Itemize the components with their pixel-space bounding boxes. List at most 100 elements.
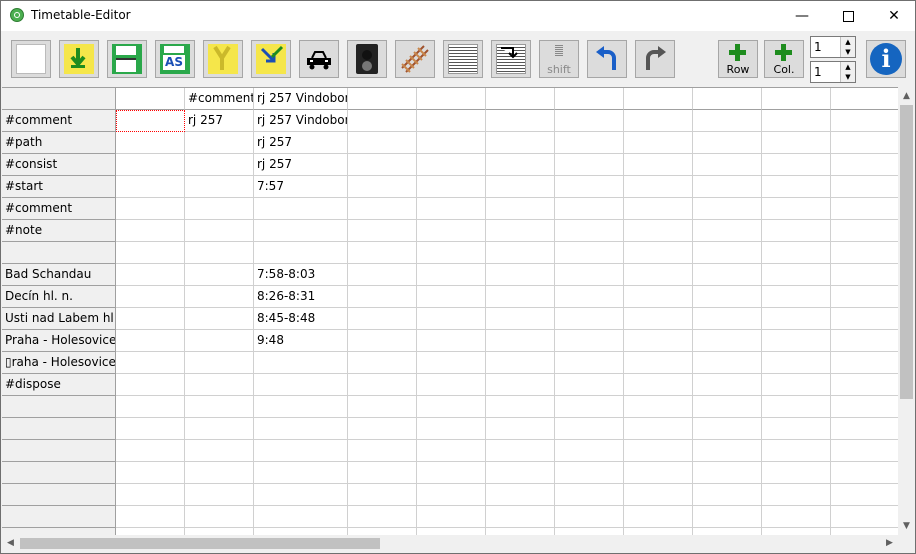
row-header[interactable]: #comment xyxy=(2,198,116,220)
table-cell[interactable]: 7:58-8:03 xyxy=(254,264,348,286)
table-cell[interactable]: 7:57 xyxy=(254,176,348,198)
table-cell[interactable] xyxy=(185,264,254,286)
table-cell[interactable] xyxy=(417,352,486,374)
table-cell[interactable] xyxy=(555,198,624,220)
table-cell[interactable] xyxy=(624,220,693,242)
table-cell[interactable] xyxy=(348,242,417,264)
table-cell[interactable] xyxy=(185,506,254,528)
row-header[interactable]: #comment xyxy=(2,110,116,132)
table-cell[interactable] xyxy=(116,132,185,154)
table-cell[interactable] xyxy=(116,352,185,374)
table-cell[interactable] xyxy=(348,286,417,308)
table-cell[interactable] xyxy=(116,242,185,264)
column-header[interactable] xyxy=(116,88,185,110)
table-cell[interactable] xyxy=(348,220,417,242)
table-cell[interactable] xyxy=(254,462,348,484)
table-cell[interactable] xyxy=(624,286,693,308)
table-cell[interactable] xyxy=(348,110,417,132)
table-cell[interactable] xyxy=(624,396,693,418)
merge-button[interactable] xyxy=(203,40,243,78)
table-cell[interactable] xyxy=(762,242,831,264)
table-cell[interactable] xyxy=(417,264,486,286)
table-cell[interactable] xyxy=(555,154,624,176)
column-header[interactable] xyxy=(624,88,693,110)
table-cell[interactable] xyxy=(348,330,417,352)
row-header[interactable] xyxy=(2,462,116,484)
table-cell[interactable] xyxy=(486,110,555,132)
table-cell[interactable] xyxy=(831,176,898,198)
scroll-right-icon[interactable]: ▶ xyxy=(881,535,898,552)
column-header[interactable] xyxy=(2,88,116,110)
table-cell[interactable] xyxy=(417,396,486,418)
vertical-scrollbar[interactable]: ▲ ▼ xyxy=(898,88,915,535)
row-header[interactable] xyxy=(2,396,116,418)
row-header[interactable] xyxy=(2,506,116,528)
close-button[interactable]: ✕ xyxy=(871,1,915,31)
table-cell[interactable] xyxy=(762,264,831,286)
table-cell[interactable] xyxy=(185,418,254,440)
table-cell[interactable] xyxy=(417,154,486,176)
column-header[interactable] xyxy=(831,88,898,110)
table-cell[interactable] xyxy=(116,264,185,286)
table-cell[interactable]: 8:45-8:48 xyxy=(254,308,348,330)
table-cell[interactable] xyxy=(624,374,693,396)
table-cell[interactable]: 8:26-8:31 xyxy=(254,286,348,308)
table-cell[interactable] xyxy=(348,396,417,418)
table-cell[interactable] xyxy=(624,440,693,462)
table-cell[interactable] xyxy=(254,198,348,220)
save-button[interactable] xyxy=(107,40,147,78)
table-cell[interactable] xyxy=(624,418,693,440)
table-cell[interactable] xyxy=(831,506,898,528)
table-cell[interactable] xyxy=(831,374,898,396)
table-cell[interactable] xyxy=(417,110,486,132)
table-cell[interactable] xyxy=(762,220,831,242)
column-header[interactable] xyxy=(693,88,762,110)
horizontal-scrollbar[interactable]: ◀ ▶ xyxy=(2,535,898,552)
table-cell[interactable] xyxy=(116,396,185,418)
table-cell[interactable] xyxy=(762,484,831,506)
row-header[interactable]: #path xyxy=(2,132,116,154)
table-cell[interactable] xyxy=(624,308,693,330)
table-cell[interactable] xyxy=(624,330,693,352)
col-count-spinner[interactable]: 1 ▲ ▼ xyxy=(810,61,856,83)
table-cell[interactable] xyxy=(486,154,555,176)
table-cell[interactable] xyxy=(254,418,348,440)
table-cell[interactable] xyxy=(417,506,486,528)
table-cell[interactable] xyxy=(693,374,762,396)
table-cell[interactable] xyxy=(624,484,693,506)
table-cell[interactable] xyxy=(762,308,831,330)
table-cell[interactable] xyxy=(624,242,693,264)
row-header[interactable] xyxy=(2,418,116,440)
table-cell[interactable] xyxy=(762,418,831,440)
table-cell[interactable] xyxy=(116,220,185,242)
table-cell[interactable] xyxy=(116,198,185,220)
consist-button[interactable] xyxy=(299,40,339,78)
table-cell[interactable] xyxy=(348,418,417,440)
table-cell[interactable] xyxy=(624,264,693,286)
table-cell[interactable] xyxy=(831,418,898,440)
row-header[interactable] xyxy=(2,242,116,264)
table-cell[interactable] xyxy=(254,506,348,528)
table-cell[interactable] xyxy=(555,286,624,308)
row-header[interactable]: #start xyxy=(2,176,116,198)
table-cell[interactable] xyxy=(185,132,254,154)
new-button[interactable] xyxy=(11,40,51,78)
table-cell[interactable] xyxy=(762,198,831,220)
table-cell[interactable] xyxy=(693,286,762,308)
table-cell[interactable] xyxy=(185,308,254,330)
table-cell[interactable] xyxy=(254,352,348,374)
table-cell[interactable] xyxy=(693,264,762,286)
table-cell[interactable] xyxy=(486,198,555,220)
table-cell[interactable] xyxy=(555,132,624,154)
scroll-down-icon[interactable]: ▼ xyxy=(898,518,915,535)
table-cell[interactable] xyxy=(831,154,898,176)
table-cell[interactable] xyxy=(555,462,624,484)
table-cell[interactable] xyxy=(555,308,624,330)
table-cell[interactable] xyxy=(348,308,417,330)
table-cell[interactable] xyxy=(486,286,555,308)
spin-up-icon[interactable]: ▲ xyxy=(841,62,855,72)
table-cell[interactable] xyxy=(185,330,254,352)
table-cell[interactable] xyxy=(254,242,348,264)
add-row-button[interactable]: Row xyxy=(718,40,758,78)
table-cell[interactable] xyxy=(417,418,486,440)
